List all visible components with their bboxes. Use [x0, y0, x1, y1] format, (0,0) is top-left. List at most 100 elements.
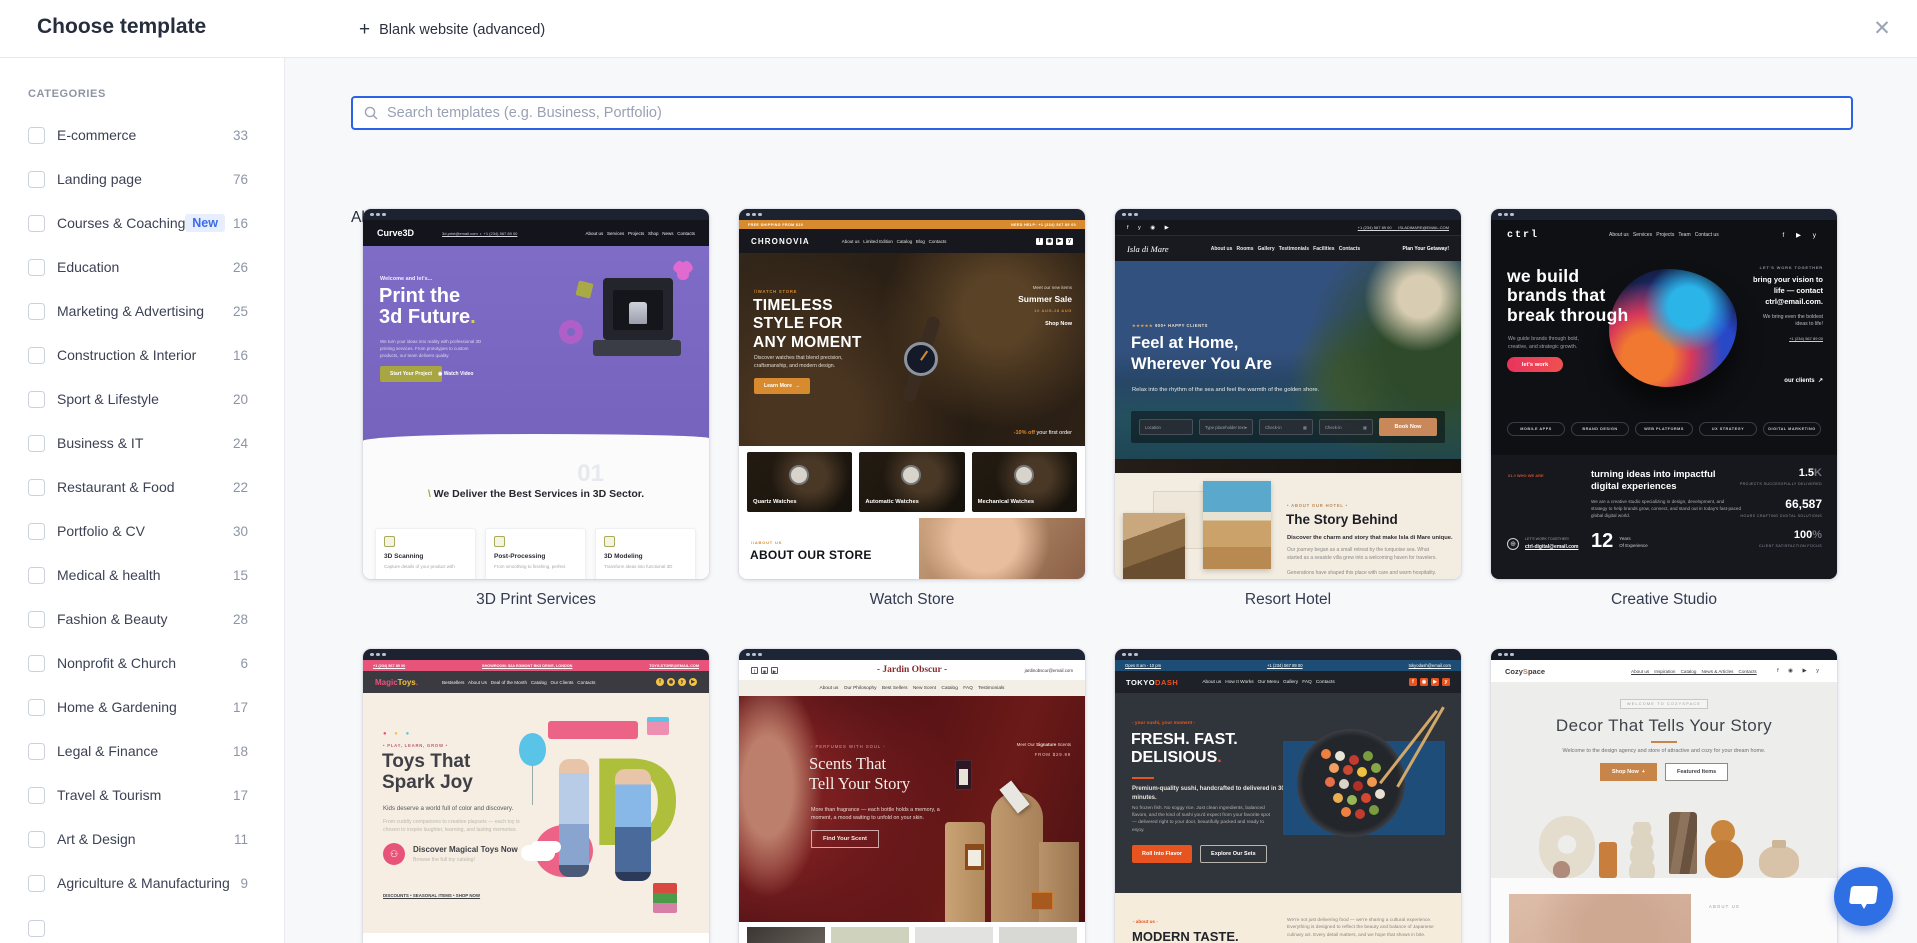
perfume-bottle: [1031, 892, 1053, 910]
browser-chrome: [739, 649, 1085, 660]
sidebar-item-partial[interactable]: [0, 905, 284, 935]
checkbox[interactable]: [28, 347, 45, 364]
template-name: 3D Print Services: [363, 591, 709, 609]
blank-website-button[interactable]: + Blank website (advanced): [351, 14, 553, 45]
sidebar-item-home-gardening[interactable]: Home & Gardening 17: [0, 685, 284, 729]
mini-booking-bar: Location Type placeholder text▾ Check-in…: [1131, 411, 1445, 443]
close-icon[interactable]: ✕: [1867, 14, 1897, 44]
mini-nav: Isla di Mare About us Rooms Gallery Test…: [1115, 235, 1461, 261]
sidebar-item-marketing-advertising[interactable]: Marketing & Advertising 25: [0, 289, 284, 333]
checkbox[interactable]: [28, 215, 45, 232]
mini-hero: //WATCH STORE TIMELESS STYLE FOR ANY MOM…: [739, 253, 1085, 446]
room-photo-strip: [1115, 459, 1461, 473]
social-icons: f◉▶y: [1409, 678, 1450, 686]
checkbox[interactable]: [28, 303, 45, 320]
sidebar-item-travel-tourism[interactable]: Travel & Tourism 17: [0, 773, 284, 817]
sidebar-item-portfolio-cv[interactable]: Portfolio & CV 30: [0, 509, 284, 553]
vases-graphic: [1521, 790, 1807, 878]
template-thumbnail-watch-store[interactable]: FREE SHIPPING FROM $20NEED HELP: +1 (234…: [739, 209, 1085, 579]
mini-story-section: • ABOUT OUR HOTEL • The Story Behind Dis…: [1115, 473, 1461, 579]
template-thumbnail-3d-print-services[interactable]: Curve3D 3d.print@email.com • +1 (234) 56…: [363, 209, 709, 579]
checkbox[interactable]: [28, 611, 45, 628]
sidebar-item-sport-lifestyle[interactable]: Sport & Lifestyle 20: [0, 377, 284, 421]
sidebar-item-fashion-beauty[interactable]: Fashion & Beauty 28: [0, 597, 284, 641]
mini-product-row: Quartz Watches Automatic Watches Mechani…: [739, 446, 1085, 518]
decor-photo: [1509, 894, 1691, 943]
sidebar-item-construction-interior[interactable]: Construction & Interior 16: [0, 333, 284, 377]
sushi-plate-graphic: [1297, 729, 1405, 837]
mini-cta: ⚇ Discover Magical Toys Now Browse the f…: [383, 843, 518, 865]
sidebar-item-art-design[interactable]: Art & Design 11: [0, 817, 284, 861]
checkbox[interactable]: [28, 699, 45, 716]
cloud-graphic: [521, 845, 555, 861]
template-thumbnail-resort-hotel[interactable]: f y ◉ ▶ +1 (234) 567 89 00 ISLADIMARE@EM…: [1115, 209, 1461, 579]
sidebar-item-agriculture-manufacturing[interactable]: Agriculture & Manufacturing 9: [0, 861, 284, 905]
sidebar-item-legal-finance[interactable]: Legal & Finance 18: [0, 729, 284, 773]
mini-about-section: - about us - MODERN TASTE. We're not jus…: [1115, 893, 1461, 943]
balloon-graphic: [519, 733, 546, 766]
template-thumbnail-magictoys[interactable]: +1 (234) 567 89 00 SHOWROOM: 52A EGMONT …: [363, 649, 709, 943]
template-name: Watch Store: [739, 591, 1085, 609]
sidebar-item-nonprofit-church[interactable]: Nonprofit & Church 6: [0, 641, 284, 685]
checkbox[interactable]: [28, 920, 45, 937]
mini-cta: Featured Items: [1665, 763, 1728, 781]
mini-nav: TOKYODASH About us How It Works Our Menu…: [1115, 671, 1461, 693]
checkbox[interactable]: [28, 831, 45, 848]
sidebar-item-ecommerce[interactable]: E-commerce 33: [0, 113, 284, 157]
mini-feature: Post-Processing From smoothing to finish…: [485, 528, 586, 579]
template-thumbnail-cozyspace[interactable]: CozySpace About us Inspiration Catalog N…: [1491, 649, 1837, 943]
checkbox[interactable]: [28, 875, 45, 892]
model-photo: [919, 518, 1085, 579]
mini-hero: Welcome and let's... Print the 3d Future…: [363, 246, 709, 442]
page-title: Choose template: [37, 15, 206, 39]
checkbox[interactable]: [28, 171, 45, 188]
categories-sidebar: CATEGORIES E-commerce 33 Landing page 76…: [0, 58, 285, 943]
search-placeholder: Search templates (e.g. Business, Portfol…: [387, 105, 662, 121]
sidebar-item-business-it[interactable]: Business & IT 24: [0, 421, 284, 465]
template-thumbnail-jardin-obscur[interactable]: f◉▶ - Jardin Obscur - jardinobscur@email…: [739, 649, 1085, 943]
new-badge: New: [185, 214, 225, 232]
sidebar-item-landing-page[interactable]: Landing page 76: [0, 157, 284, 201]
checkbox[interactable]: [28, 655, 45, 672]
browser-chrome: [739, 209, 1085, 220]
browser-chrome: [1491, 209, 1837, 220]
template-card-cozyspace: CozySpace About us Inspiration Catalog N…: [1491, 649, 1837, 943]
mini-cta: Roll Into Flavor: [1132, 845, 1192, 863]
checkbox[interactable]: [28, 567, 45, 584]
mini-nav: Curve3D 3d.print@email.com • +1 (234) 56…: [363, 220, 709, 246]
social-icons: f◉ ▶y: [1036, 238, 1073, 245]
mini-cta: Start Your Project: [380, 366, 442, 382]
pedestal-graphic: [945, 822, 985, 922]
checkbox[interactable]: [28, 479, 45, 496]
pink-shape: [548, 721, 638, 739]
hotel-photo: [1203, 481, 1271, 569]
mini-nav: About us Our Philosophy Best Sellers New…: [739, 680, 1085, 696]
sidebar-item-courses-coaching[interactable]: Courses & Coaching New 16: [0, 201, 284, 245]
mini-cta: Book Now: [1379, 418, 1437, 436]
checkbox[interactable]: [28, 391, 45, 408]
sidebar-item-education[interactable]: Education 26: [0, 245, 284, 289]
social-icons: f ◉ ▶ y: [1777, 668, 1823, 674]
sidebar-item-medical-health[interactable]: Medical & health 15: [0, 553, 284, 597]
checkbox[interactable]: [28, 435, 45, 452]
kid-photo: [615, 769, 651, 881]
template-thumbnail-tokyodash[interactable]: Open 8 am - 10 pm +1 (234) 567 89 00 tok…: [1115, 649, 1461, 943]
checkbox[interactable]: [28, 523, 45, 540]
mini-feature: 3D Scanning Capture details of your prod…: [375, 528, 476, 579]
mini-about-section: //ABOUT US ABOUT OUR STORE: [739, 518, 1085, 579]
checkbox[interactable]: [28, 259, 45, 276]
mini-services-section: 01 \ We Deliver the Best Services in 3D …: [363, 442, 709, 579]
checkbox[interactable]: [28, 743, 45, 760]
template-thumbnail-creative-studio[interactable]: ctrl About us Services Projects Team Con…: [1491, 209, 1837, 579]
mini-cta: Explore Our Sets: [1200, 845, 1267, 863]
mini-hero: - your sushi, your moment - FRESH. FAST.…: [1115, 693, 1461, 893]
checkbox[interactable]: [28, 787, 45, 804]
sidebar-item-restaurant-food[interactable]: Restaurant & Food 22: [0, 465, 284, 509]
checkbox[interactable]: [28, 127, 45, 144]
mini-hero: WELCOME TO COZYSPACE Decor That Tells Yo…: [1491, 682, 1837, 878]
search-input[interactable]: Search templates (e.g. Business, Portfol…: [351, 96, 1853, 130]
blocks-graphic: [653, 883, 677, 913]
chat-widget-button[interactable]: [1834, 867, 1893, 926]
watch-graphic: [893, 331, 949, 387]
hotel-photo: [1123, 513, 1185, 579]
